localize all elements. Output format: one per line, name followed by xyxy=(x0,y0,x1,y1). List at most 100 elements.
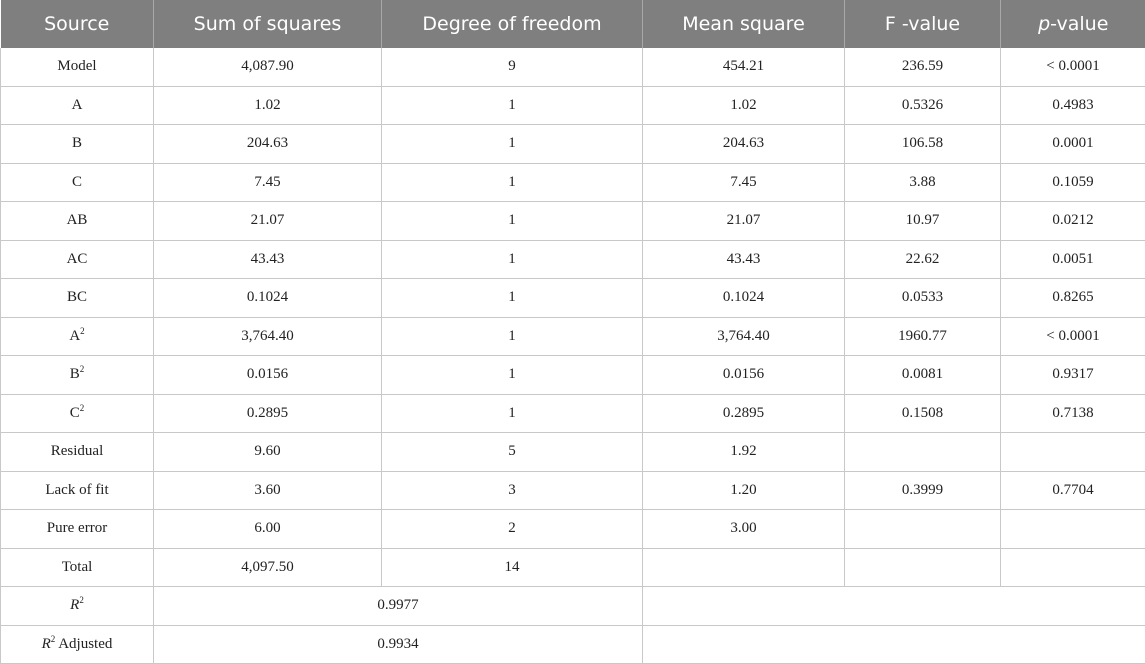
table-row: A 1.02 1 1.02 0.5326 0.4983 xyxy=(0,86,1145,125)
dof-cell: 1 xyxy=(381,240,643,279)
dof-cell: 5 xyxy=(381,432,643,472)
f-value-cell xyxy=(844,432,1001,472)
p-value-cell: 0.4983 xyxy=(1000,86,1145,125)
sum-of-squares-cell: 6.00 xyxy=(153,509,382,549)
mean-square-cell: 21.07 xyxy=(642,201,845,241)
table-row: Residual 9.60 5 1.92 xyxy=(0,432,1145,472)
f-value-cell: 1960.77 xyxy=(844,317,1001,356)
p-value-cell: 0.7138 xyxy=(1000,394,1145,433)
table-row: C2 0.2895 1 0.2895 0.1508 0.7138 xyxy=(0,394,1145,433)
mean-square-cell: 1.02 xyxy=(642,86,845,125)
p-value-cell: 0.0051 xyxy=(1000,240,1145,279)
sum-of-squares-cell: 0.1024 xyxy=(153,278,382,318)
table-row: B 204.63 1 204.63 106.58 0.0001 xyxy=(0,124,1145,164)
mean-square-cell: 0.0156 xyxy=(642,355,845,395)
dof-cell: 9 xyxy=(381,48,643,87)
r-squared-adjusted-value: 0.9934 xyxy=(153,625,643,664)
p-value-cell: 0.1059 xyxy=(1000,163,1145,202)
dof-cell: 1 xyxy=(381,394,643,433)
sum-of-squares-cell: 204.63 xyxy=(153,124,382,164)
sum-of-squares-cell: 3,764.40 xyxy=(153,317,382,356)
source-cell: AB xyxy=(0,201,154,241)
r-squared-adjusted-label: R2 Adjusted xyxy=(0,625,154,664)
table-row: AB 21.07 1 21.07 10.97 0.0212 xyxy=(0,201,1145,241)
r-squared-empty xyxy=(642,586,1145,626)
p-value-cell: < 0.0001 xyxy=(1000,317,1145,356)
source-cell: C xyxy=(0,163,154,202)
header-p-value: p-value xyxy=(1000,0,1145,48)
table-row: AC 43.43 1 43.43 22.62 0.0051 xyxy=(0,240,1145,279)
r-squared-adjusted-row: R2 Adjusted 0.9934 xyxy=(0,625,1145,664)
mean-square-cell: 3,764.40 xyxy=(642,317,845,356)
f-value-cell: 22.62 xyxy=(844,240,1001,279)
header-source: Source xyxy=(0,0,154,48)
table-row: Lack of fit 3.60 3 1.20 0.3999 0.7704 xyxy=(0,471,1145,510)
source-cell: Pure error xyxy=(0,509,154,549)
dof-cell: 1 xyxy=(381,124,643,164)
p-value-cell: 0.7704 xyxy=(1000,471,1145,510)
mean-square-cell: 0.2895 xyxy=(642,394,845,433)
source-cell: B2 xyxy=(0,355,154,395)
source-cell: A xyxy=(0,86,154,125)
f-value-cell: 3.88 xyxy=(844,163,1001,202)
r-squared-value: 0.9977 xyxy=(153,586,643,626)
sum-of-squares-cell: 4,097.50 xyxy=(153,548,382,587)
dof-cell: 1 xyxy=(381,278,643,318)
header-row: Source Sum of squares Degree of freedom … xyxy=(0,0,1145,48)
source-cell: Model xyxy=(0,48,154,87)
source-cell: Lack of fit xyxy=(0,471,154,510)
header-sum-of-squares: Sum of squares xyxy=(153,0,382,48)
dof-cell: 1 xyxy=(381,86,643,125)
header-degree-of-freedom: Degree of freedom xyxy=(381,0,643,48)
sum-of-squares-cell: 21.07 xyxy=(153,201,382,241)
mean-square-cell: 454.21 xyxy=(642,48,845,87)
source-cell: A2 xyxy=(0,317,154,356)
header-f-value: F -value xyxy=(844,0,1001,48)
source-cell: Total xyxy=(0,548,154,587)
r-squared-label: R2 xyxy=(0,586,154,626)
table-row: Pure error 6.00 2 3.00 xyxy=(0,509,1145,549)
p-value-cell: 0.9317 xyxy=(1000,355,1145,395)
table-row: B2 0.0156 1 0.0156 0.0081 0.9317 xyxy=(0,355,1145,395)
source-cell: BC xyxy=(0,278,154,318)
table-row: BC 0.1024 1 0.1024 0.0533 0.8265 xyxy=(0,278,1145,318)
sum-of-squares-cell: 4,087.90 xyxy=(153,48,382,87)
dof-cell: 14 xyxy=(381,548,643,587)
source-cell: C2 xyxy=(0,394,154,433)
source-cell: Residual xyxy=(0,432,154,472)
table-row: Model 4,087.90 9 454.21 236.59 < 0.0001 xyxy=(0,48,1145,87)
sum-of-squares-cell: 43.43 xyxy=(153,240,382,279)
f-value-cell: 236.59 xyxy=(844,48,1001,87)
p-value-cell xyxy=(1000,548,1145,587)
dof-cell: 3 xyxy=(381,471,643,510)
dof-cell: 1 xyxy=(381,163,643,202)
mean-square-cell: 1.20 xyxy=(642,471,845,510)
p-value-cell: 0.8265 xyxy=(1000,278,1145,318)
source-cell: B xyxy=(0,124,154,164)
f-value-cell: 10.97 xyxy=(844,201,1001,241)
f-value-cell: 0.5326 xyxy=(844,86,1001,125)
r-squared-adjusted-empty xyxy=(642,625,1145,664)
f-value-cell: 0.3999 xyxy=(844,471,1001,510)
table-row: C 7.45 1 7.45 3.88 0.1059 xyxy=(0,163,1145,202)
p-value-cell: 0.0001 xyxy=(1000,124,1145,164)
mean-square-cell: 204.63 xyxy=(642,124,845,164)
mean-square-cell: 3.00 xyxy=(642,509,845,549)
dof-cell: 2 xyxy=(381,509,643,549)
header-p-letter: p xyxy=(1038,13,1051,35)
sum-of-squares-cell: 0.2895 xyxy=(153,394,382,433)
table-row: A2 3,764.40 1 3,764.40 1960.77 < 0.0001 xyxy=(0,317,1145,356)
sum-of-squares-cell: 7.45 xyxy=(153,163,382,202)
sum-of-squares-cell: 9.60 xyxy=(153,432,382,472)
f-value-cell: 0.1508 xyxy=(844,394,1001,433)
sum-of-squares-cell: 0.0156 xyxy=(153,355,382,395)
dof-cell: 1 xyxy=(381,355,643,395)
f-value-cell xyxy=(844,548,1001,587)
p-value-cell xyxy=(1000,432,1145,472)
source-cell: AC xyxy=(0,240,154,279)
p-value-cell: 0.0212 xyxy=(1000,201,1145,241)
p-value-cell: < 0.0001 xyxy=(1000,48,1145,87)
mean-square-cell: 0.1024 xyxy=(642,278,845,318)
f-value-cell xyxy=(844,509,1001,549)
sum-of-squares-cell: 1.02 xyxy=(153,86,382,125)
